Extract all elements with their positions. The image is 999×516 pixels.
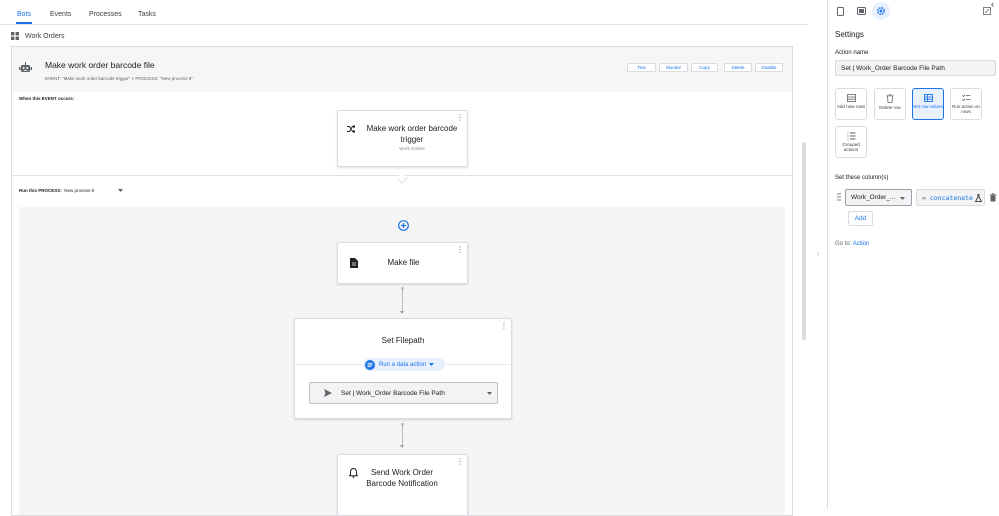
flask-icon[interactable] (975, 194, 982, 202)
action-select-value: Set | Work_Order Barcode File Path (341, 389, 445, 397)
set-values-icon (923, 94, 933, 102)
action-name-label: Action name (835, 50, 869, 56)
settings-tab[interactable] (872, 2, 890, 20)
bot-canvas: Make work order barcode file EVENT: "Mak… (11, 46, 793, 516)
goto-label: Go to: (835, 241, 852, 247)
event-section-label: When this EVENT occurs: (19, 96, 75, 101)
send-icon (324, 389, 332, 397)
process-section-label: Run this PROCESS: New process 8 (19, 188, 95, 193)
top-nav: Bots Events Processes Tasks (0, 0, 808, 25)
settings-panel: ‹ Settings Action name Set | Work_Order … (827, 0, 999, 509)
step-card-send-notification[interactable]: Send Work Order Barcode Notification ⋮ (337, 454, 468, 515)
phone-icon[interactable] (837, 7, 844, 16)
run-action-on-rows-option[interactable]: Run action on rows (950, 88, 982, 120)
step-card-set-filepath[interactable]: Set Filepath ⋮ Run a data action Set | W… (294, 318, 512, 419)
robot-icon (19, 62, 32, 73)
drag-handle-icon[interactable] (837, 193, 841, 201)
connector-line (402, 289, 403, 313)
set-columns-label: Set these column(s) (835, 175, 889, 181)
run-data-action-chip[interactable]: Run a data action (363, 358, 445, 371)
breadcrumb[interactable]: Work Orders (11, 31, 65, 41)
disable-button[interactable]: Disable (755, 63, 783, 72)
process-area: Make file ⋮ Set Filepath ⋮ Run a data ac… (19, 207, 785, 515)
bot-header: Make work order barcode file EVENT: "Mak… (12, 47, 792, 92)
set-row-values-option[interactable]: Set row values (912, 88, 944, 120)
add-rows-icon (846, 94, 856, 102)
gear-icon (876, 6, 886, 16)
column-select-value: Work_Order_... (851, 194, 896, 201)
chevron-down-icon (487, 392, 492, 396)
tab-events[interactable]: Events (50, 11, 71, 18)
goto-row: Go to: Action (835, 241, 869, 247)
expand-panel-icon[interactable]: › (817, 251, 819, 258)
event-card-title: Make work order barcode trigger (366, 124, 458, 144)
action-name-input[interactable]: Set | Work_Order Barcode File Path (835, 60, 996, 76)
copy-button[interactable]: Copy (691, 63, 718, 72)
test-button[interactable]: Test (627, 63, 656, 72)
process-name: New process 8 (64, 188, 95, 193)
trash-icon[interactable] (989, 193, 997, 202)
expression-value: concatenate (929, 193, 973, 202)
event-card-subtitle: Work Orders (399, 146, 425, 151)
chevron-down-icon (429, 362, 435, 367)
add-new-rows-option[interactable]: Add new rows (835, 88, 867, 120)
option-label: Run action on rows (952, 104, 980, 114)
bot-subtitle: EVENT: "Make work order barcode trigger"… (45, 76, 193, 81)
canvas-scrollbar[interactable] (802, 142, 806, 340)
add-step-icon[interactable] (398, 220, 409, 231)
step-title: Set Filepath (381, 336, 425, 345)
delete-row-option[interactable]: Delete row (874, 88, 906, 120)
action-select[interactable]: Set | Work_Order Barcode File Path (309, 382, 498, 404)
settings-title: Settings (835, 30, 864, 39)
connector-arrow (400, 311, 404, 314)
more-vert-icon[interactable]: ⋮ (500, 322, 508, 330)
step-title: Send Work Order Barcode Notification (366, 468, 438, 488)
event-card[interactable]: Make work order barcode trigger Work Ord… (337, 110, 468, 167)
list-icon (847, 132, 856, 140)
expression-input[interactable]: = concatenate (916, 189, 985, 206)
monitor-button[interactable]: Monitor (659, 63, 688, 72)
option-label: Delete row (879, 105, 901, 110)
bot-title: Make work order barcode file (45, 60, 155, 70)
file-icon (350, 258, 358, 268)
grouped-actions-option[interactable]: Grouped actions (835, 126, 867, 158)
shuffle-icon (347, 125, 355, 133)
run-data-action-label: Run a data action (379, 361, 427, 368)
tab-bots[interactable]: Bots (17, 11, 31, 18)
chevron-down-icon (900, 197, 905, 201)
goto-action-link[interactable]: Action (853, 241, 870, 247)
grid-icon (11, 32, 19, 40)
more-vert-icon[interactable]: ⋮ (456, 114, 464, 122)
delete-button[interactable]: Delete (724, 63, 752, 72)
connector-line (402, 425, 403, 447)
more-vert-icon[interactable]: ⋮ (456, 458, 464, 466)
checklist-icon (961, 94, 971, 102)
dropdown-arrow-icon[interactable] (118, 189, 123, 193)
preview-icon[interactable] (983, 7, 991, 15)
add-column-button[interactable]: Add (848, 211, 873, 226)
collapse-arrow-icon[interactable]: ‹ (991, 0, 994, 9)
option-label: Set row values (913, 104, 943, 109)
more-vert-icon[interactable]: ⋮ (456, 246, 464, 254)
step-card-make-file[interactable]: Make file ⋮ (337, 242, 468, 284)
connector-arrow (400, 445, 404, 448)
option-label: Grouped actions (842, 142, 860, 152)
data-action-icon (365, 359, 375, 370)
tab-tasks[interactable]: Tasks (138, 11, 156, 18)
tab-processes[interactable]: Processes (89, 11, 122, 18)
breadcrumb-label: Work Orders (25, 32, 65, 40)
tablet-icon[interactable] (857, 7, 866, 15)
column-select[interactable]: Work_Order_... (845, 189, 912, 206)
bell-icon (349, 468, 358, 478)
step-title: Make file (387, 258, 420, 267)
active-tab-indicator (16, 22, 32, 24)
option-label: Add new rows (836, 104, 866, 109)
trash-icon (886, 94, 894, 103)
